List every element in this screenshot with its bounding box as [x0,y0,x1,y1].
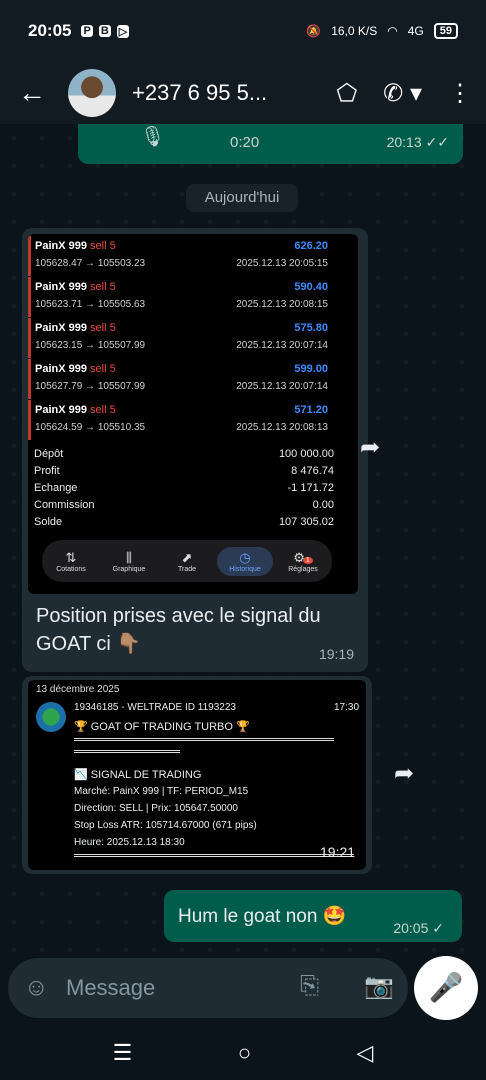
voice-duration: 0:20 [230,134,260,151]
trade-row: PainX 999 sell 5 599.00 105627.79 → 1055… [28,359,358,399]
signal-label: 4G [407,24,424,38]
tab-reglages: ⚙1 Réglages [288,549,318,573]
status-right: 🔕 16,0 K/S ◠ 4G 59 [306,23,458,39]
tab-graphique: ⫼ Graphique [112,549,146,573]
tab-cotations: ⇅ Cotations [56,549,86,573]
attach-icon[interactable]: ⎘ [300,972,319,1000]
forward-icon[interactable]: ➦ [352,430,388,466]
contact-name[interactable]: +237 6 95 5... [132,80,277,106]
app-notification-icon: P [81,25,93,37]
camera-icon[interactable]: 📷 [364,972,394,1001]
trade-history-screenshot[interactable]: PainX 999 sell 5 626.20 105628.47 → 1055… [28,234,358,594]
message-time: 20:05 ✓ [393,920,444,936]
divider [74,738,334,741]
wifi-icon: ◠ [387,24,398,38]
label-icon[interactable]: ⬠ [336,79,357,108]
tab-trade: ⬈ Trade [177,549,197,573]
message-time: 19:21 [320,844,356,860]
image-message[interactable]: 13 décembre 2025 19346185 - WELTRADE ID … [22,676,372,874]
divider [74,854,354,857]
sticker-icon[interactable]: ☺ [24,974,49,1002]
forward-icon[interactable]: ➦ [386,756,422,792]
mic-icon: 🎙 [140,126,166,148]
trade-row: PainX 999 sell 5 626.20 105628.47 → 1055… [28,236,358,276]
header-actions: ⬠ ✆ ▾ ⋮ [336,79,472,108]
more-options-icon[interactable]: ⋮ [448,79,472,108]
mute-icon: 🔕 [306,24,322,38]
status-bar: 20:05 P B ▷ 🔕 16,0 K/S ◠ 4G 59 [0,0,486,62]
voice-time: 20:13 ✓✓ [386,134,449,150]
message-text: Hum le goat non 🤩 [178,906,347,927]
notification-icons: P B ▷ [81,24,130,38]
trade-row: PainX 999 sell 5 575.80 105623.15 → 1055… [28,318,358,358]
message-composer[interactable]: ☺ Message ⎘ 📷 [8,958,408,1018]
day-chip: Aujourd'hui [186,184,298,212]
trade-row: PainX 999 sell 5 571.20 105624.59 → 1055… [28,400,358,440]
message-input[interactable]: Message [66,975,155,1001]
status-time: 20:05 [28,21,72,40]
trade-row: PainX 999 sell 5 590.40 105623.71 → 1055… [28,277,358,317]
message-caption: Position prises avec le signal du GOAT c… [36,605,321,655]
back-icon[interactable]: ◁ [356,1040,373,1066]
tab-historique: ◷ Historique [217,546,273,576]
app-notification-icon: B [98,25,111,37]
message-time: 19:19 [318,646,354,662]
battery-icon: 59 [433,23,458,39]
channel-logo [36,702,66,732]
signal-screenshot[interactable]: 13 décembre 2025 19346185 - WELTRADE ID … [28,680,366,870]
chat-area[interactable]: 🎙 0:20 20:13 ✓✓ Aujourd'hui PainX 999 se… [0,124,486,960]
chat-header: ← +237 6 95 5... ⬠ ✆ ▾ ⋮ [0,62,486,124]
recents-icon[interactable]: ☰ [113,1040,133,1066]
play-notification-icon: ▷ [116,24,130,38]
system-nav-bar: ☰ ○ ◁ [0,1026,486,1080]
avatar[interactable] [68,69,116,117]
net-speed: 16,0 K/S [331,24,378,38]
app-tab-bar: ⇅ Cotations ⫼ Graphique ⬈ Trade ◷ Historique… [42,540,332,582]
mic-button[interactable]: 🎤 [414,956,478,1020]
call-icon[interactable]: ✆ ▾ [383,79,422,108]
text-message[interactable]: Hum le goat non 🤩 20:05 ✓ [164,890,462,942]
back-arrow-icon[interactable]: ← [14,75,50,111]
voice-message[interactable]: 🎙 0:20 20:13 ✓✓ [78,124,463,164]
divider [74,750,180,753]
image-message[interactable]: PainX 999 sell 5 626.20 105628.47 → 1055… [22,228,368,672]
home-icon[interactable]: ○ [238,1040,251,1066]
